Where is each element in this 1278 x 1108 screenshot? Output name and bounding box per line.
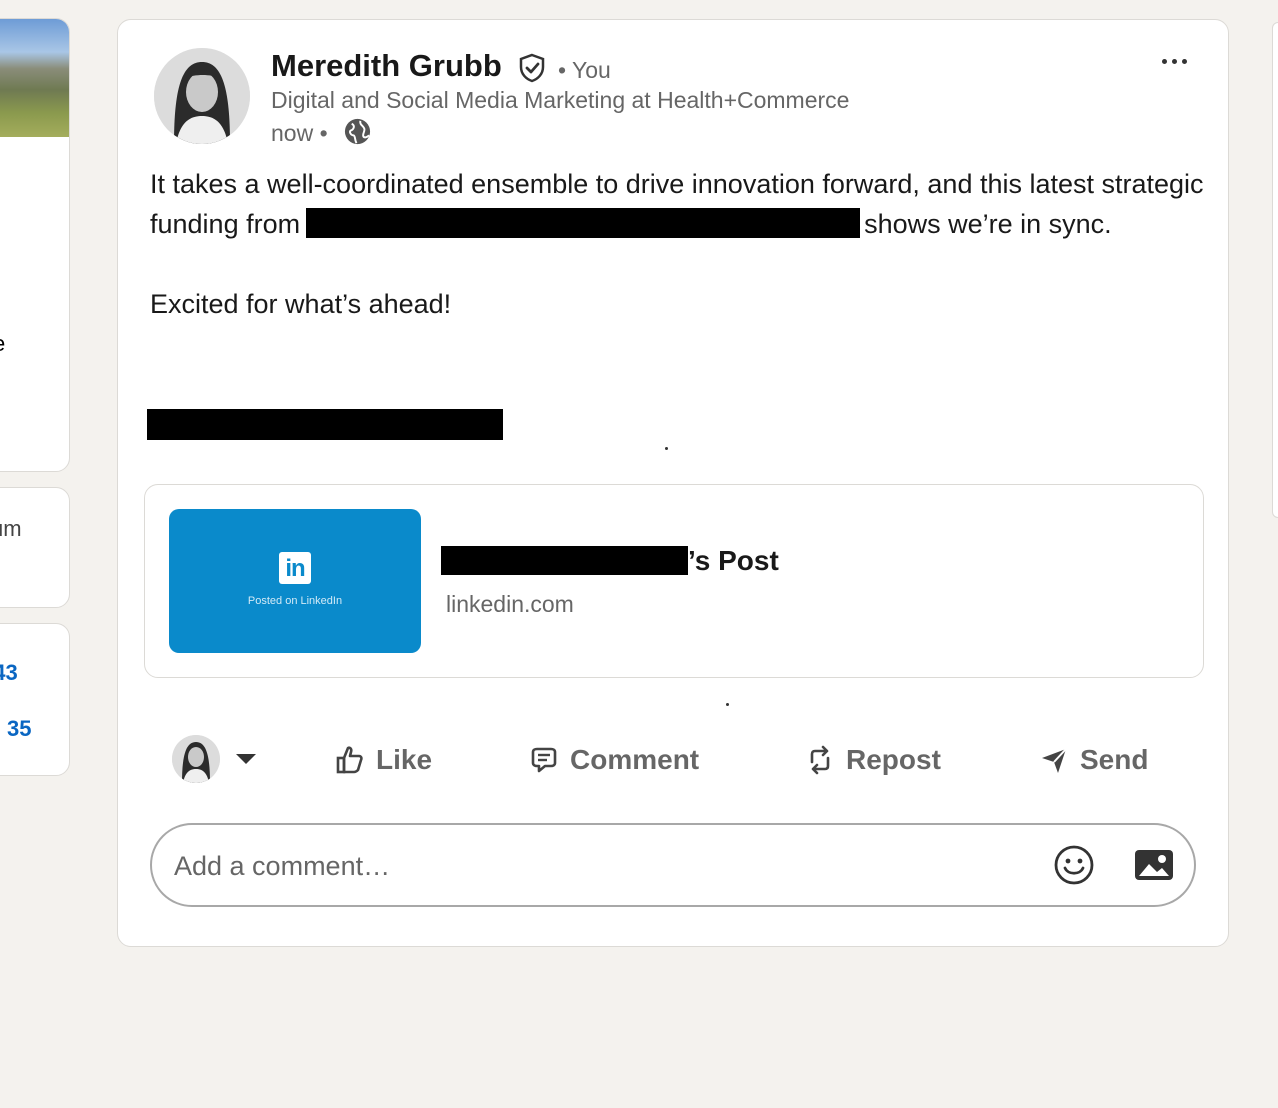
author-headline: Digital and Social Media Marketing at He…: [271, 87, 850, 113]
profile-cover-image: [0, 19, 69, 137]
speck-mark: [726, 703, 729, 706]
redacted-post-author: [441, 546, 688, 575]
globe-icon: [344, 118, 371, 145]
left-premium-card[interactable]: um: [0, 487, 70, 608]
post-as-selector[interactable]: [172, 733, 262, 785]
post-text: It takes a well-coordinated ensemble to …: [150, 164, 1210, 324]
author-avatar[interactable]: [154, 48, 250, 144]
connection-degree-label: • You: [558, 57, 611, 83]
comment-button[interactable]: Comment: [528, 738, 699, 782]
premium-card-text-fragment: um: [0, 516, 22, 541]
like-button[interactable]: Like: [334, 738, 432, 782]
author-avatar-image: [154, 48, 250, 144]
repost-button[interactable]: Repost: [804, 738, 941, 782]
send-label: Send: [1080, 744, 1149, 775]
thumbnail-caption: Posted on LinkedIn: [247, 595, 343, 607]
commenter-avatar-image: [172, 735, 220, 783]
commenter-avatar: [172, 735, 220, 783]
more-options-button[interactable]: [1150, 44, 1198, 78]
repost-label: Repost: [846, 744, 941, 775]
thumbs-up-icon: [336, 746, 363, 774]
post-text-part-2: shows we’re in sync.: [864, 209, 1112, 239]
right-column-card-edge: [1272, 22, 1278, 518]
left-profile-card: e: [0, 18, 70, 472]
link-preview-thumbnail: in Posted on LinkedIn: [169, 509, 421, 653]
comment-icon: [531, 747, 557, 773]
author-name[interactable]: Meredith Grubb: [271, 48, 502, 84]
comment-box: [150, 823, 1196, 907]
link-preview-title: ’s Post: [688, 545, 779, 576]
comment-label: Comment: [570, 744, 700, 775]
more-horizontal-icon: [1161, 58, 1167, 64]
profile-card-text-fragment: e: [0, 331, 5, 357]
post-text-line-2: Excited for what’s ahead!: [150, 289, 452, 319]
chevron-down-icon: [236, 754, 256, 764]
linkedin-logo-icon: in: [279, 552, 311, 584]
link-preview-domain: linkedin.com: [446, 591, 574, 617]
post-impressions-count[interactable]: 35: [7, 716, 31, 742]
link-preview-card[interactable]: in Posted on LinkedIn ’s Post linkedin.c…: [144, 484, 1204, 678]
send-icon: [1042, 748, 1067, 773]
emoji-icon[interactable]: [1052, 843, 1096, 887]
like-label: Like: [376, 744, 433, 775]
left-stats-card: 143 35: [0, 623, 70, 776]
send-button[interactable]: Send: [1038, 738, 1148, 782]
image-icon[interactable]: [1132, 845, 1176, 885]
verified-shield-icon: [519, 53, 545, 83]
repost-icon: [810, 745, 830, 775]
speck-mark: [665, 447, 668, 450]
post-card: Meredith Grubb • You Digital and Social …: [117, 19, 1229, 947]
redacted-mention: [306, 207, 861, 238]
comment-input[interactable]: [172, 839, 1036, 893]
post-timestamp: now •: [271, 120, 328, 146]
profile-viewers-count[interactable]: 143: [0, 660, 18, 686]
redacted-hashtags: [147, 409, 503, 440]
